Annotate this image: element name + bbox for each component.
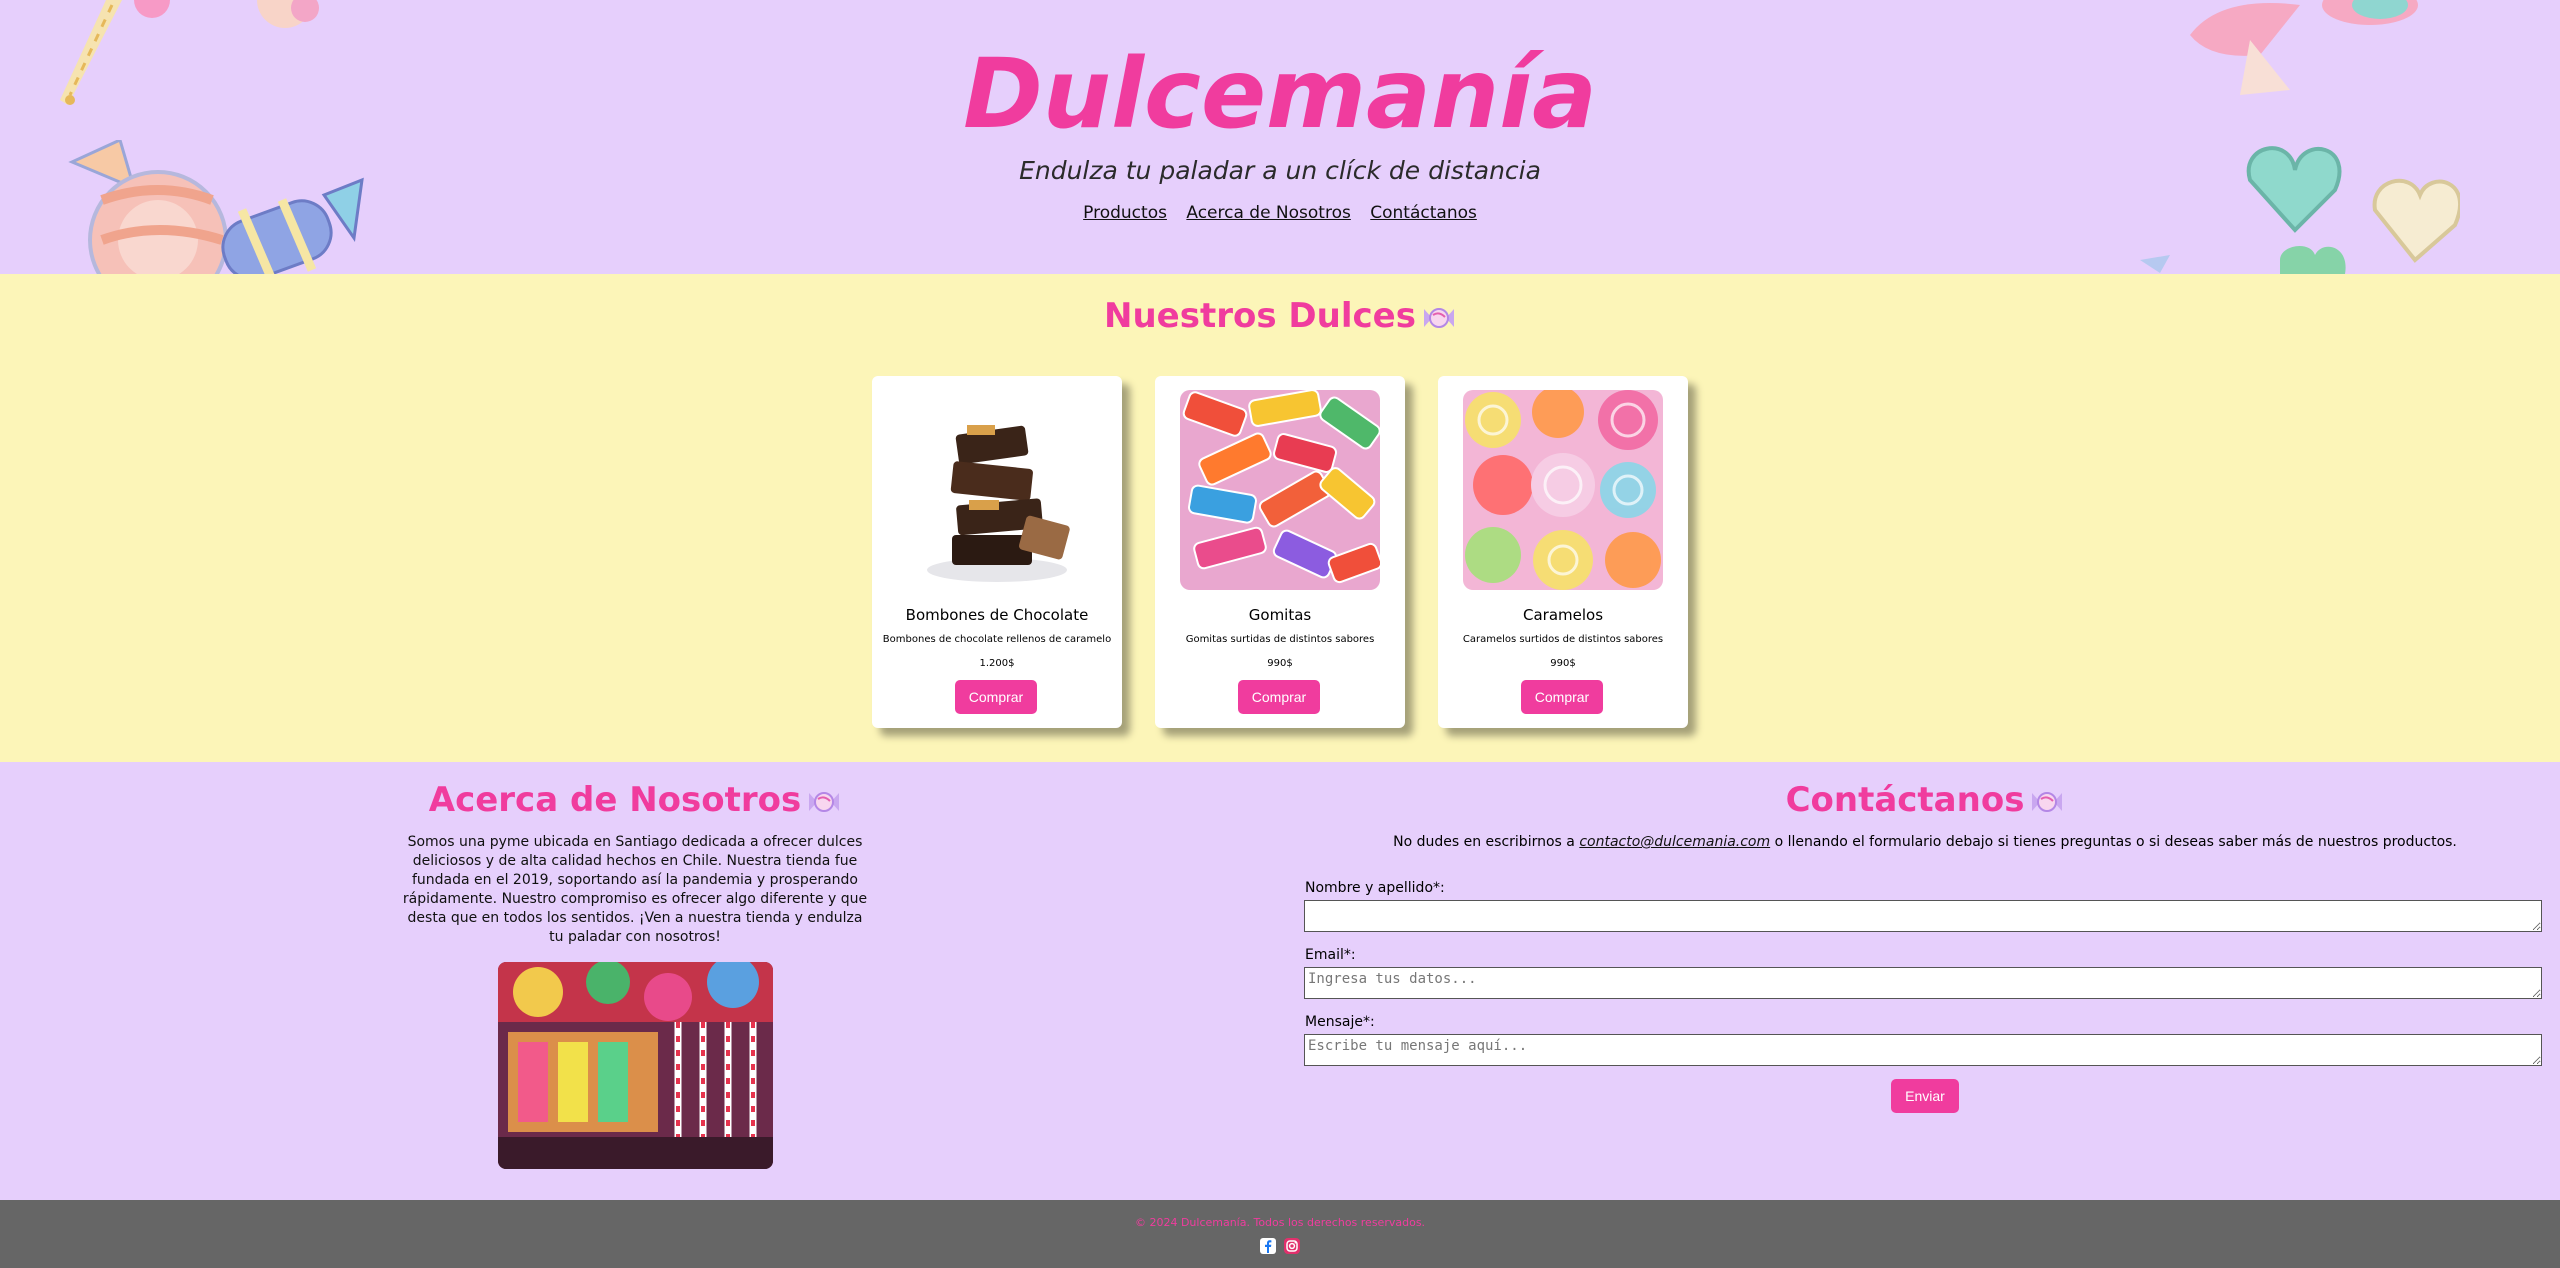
- buy-button[interactable]: Comprar: [1521, 680, 1603, 714]
- nav-link-productos[interactable]: Productos: [1083, 203, 1167, 223]
- contact-title: Contáctanos: [1290, 780, 2560, 820]
- nav-link-acerca[interactable]: Acerca de Nosotros: [1186, 203, 1351, 223]
- product-description: Caramelos surtidos de distintos sabores: [1462, 634, 1664, 645]
- products-title-text: Nuestros Dulces: [1104, 296, 1416, 336]
- candy-icon: [2032, 791, 2063, 812]
- nav-link-contactanos[interactable]: Contáctanos: [1370, 203, 1477, 223]
- name-field-label: Nombre y apellido*:: [1305, 880, 1445, 896]
- wrapped-candies-image: [1463, 390, 1663, 590]
- contact-intro-before: No dudes en escribirnos a: [1393, 834, 1580, 850]
- product-price: 1.200$: [979, 658, 1015, 669]
- site-header: Dulcemanía Endulza tu paladar a un clíck…: [0, 0, 2560, 274]
- contact-intro: No dudes en escribirnos a contacto@dulce…: [1290, 834, 2560, 850]
- buy-button[interactable]: Comprar: [955, 680, 1037, 714]
- contact-title-text: Contáctanos: [1785, 780, 2025, 820]
- email-field-label: Email*:: [1305, 947, 1356, 963]
- candy-icon: [1423, 307, 1454, 328]
- product-price: 990$: [1267, 658, 1293, 669]
- product-description: Bombones de chocolate rellenos de carame…: [882, 634, 1112, 645]
- products-section: Nuestros Dulces Bombones de Chocolate Bo…: [0, 274, 2560, 762]
- buy-button[interactable]: Comprar: [1238, 680, 1320, 714]
- candy-icon: [809, 791, 840, 812]
- facebook-icon[interactable]: [1260, 1238, 1276, 1254]
- product-cards: Bombones de Chocolate Bombones de chocol…: [872, 376, 1688, 728]
- about-title: Acerca de Nosotros: [0, 780, 1270, 820]
- instagram-icon[interactable]: [1284, 1238, 1300, 1254]
- about-text: Somos una pyme ubicada en Santiago dedic…: [402, 834, 868, 945]
- product-name: Caramelos: [1522, 606, 1604, 624]
- message-field-label: Mensaje*:: [1305, 1014, 1375, 1030]
- contact-intro-after: o llenando el formulario debajo si tiene…: [1770, 834, 2457, 850]
- site-footer: © 2024 Dulcemanía. Todos los derechos re…: [0, 1200, 2560, 1268]
- email-field[interactable]: [1304, 967, 2542, 999]
- product-description: Gomitas surtidas de distintos sabores: [1185, 634, 1375, 645]
- message-field[interactable]: [1304, 1034, 2542, 1066]
- gummies-image: [1180, 390, 1380, 590]
- copyright-text: © 2024 Dulcemanía. Todos los derechos re…: [1134, 1216, 1426, 1229]
- name-field[interactable]: [1304, 900, 2542, 932]
- site-brand-title: Dulcemanía: [963, 38, 1597, 150]
- site-tagline: Endulza tu paladar a un clíck de distanc…: [1019, 156, 1541, 185]
- contact-email-link[interactable]: contacto@dulcemania.com: [1579, 834, 1770, 850]
- product-price: 990$: [1550, 658, 1576, 669]
- about-title-text: Acerca de Nosotros: [428, 780, 802, 820]
- product-name: Bombones de Chocolate: [905, 606, 1089, 624]
- candy-store-image: [498, 962, 773, 1169]
- main-nav: Productos Acerca de Nosotros Contáctanos: [0, 203, 2560, 223]
- product-card: Bombones de Chocolate Bombones de chocol…: [872, 376, 1122, 728]
- chocolate-bonbons-image: [897, 390, 1097, 590]
- product-card: Caramelos Caramelos surtidos de distinto…: [1438, 376, 1688, 728]
- product-name: Gomitas: [1248, 606, 1312, 624]
- send-button[interactable]: Enviar: [1891, 1079, 1959, 1113]
- product-card: Gomitas Gomitas surtidas de distintos sa…: [1155, 376, 1405, 728]
- products-title: Nuestros Dulces: [0, 296, 2560, 336]
